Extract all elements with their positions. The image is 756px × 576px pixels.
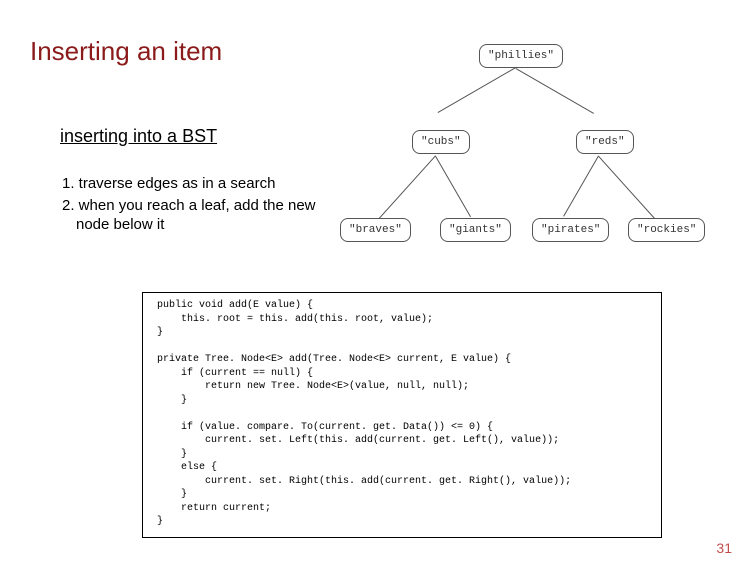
code-block: public void add(E value) { this. root = … <box>142 292 662 538</box>
tree-node-root: "phillies" <box>479 44 563 68</box>
subtitle: inserting into a BST <box>60 126 217 147</box>
slide-title: Inserting an item <box>30 36 222 67</box>
tree-node: "giants" <box>440 218 511 242</box>
tree-edge <box>438 67 516 113</box>
steps-list: 1. traverse edges as in a search 2. when… <box>62 174 322 237</box>
tree-edge <box>516 68 594 114</box>
tree-node: "rockies" <box>628 218 705 242</box>
tree-edge <box>563 156 599 217</box>
step-2: 2. when you reach a leaf, add the new no… <box>62 196 322 235</box>
step-1: 1. traverse edges as in a search <box>62 174 322 194</box>
tree-node: "cubs" <box>412 130 470 154</box>
page-number: 31 <box>716 540 732 556</box>
tree-edge <box>378 155 436 219</box>
bst-diagram: "phillies" "cubs" "reds" "braves" "giant… <box>336 38 736 268</box>
tree-node: "reds" <box>576 130 634 154</box>
tree-edge <box>435 156 471 217</box>
tree-node: "braves" <box>340 218 411 242</box>
tree-node: "pirates" <box>532 218 609 242</box>
tree-edge <box>598 156 656 220</box>
